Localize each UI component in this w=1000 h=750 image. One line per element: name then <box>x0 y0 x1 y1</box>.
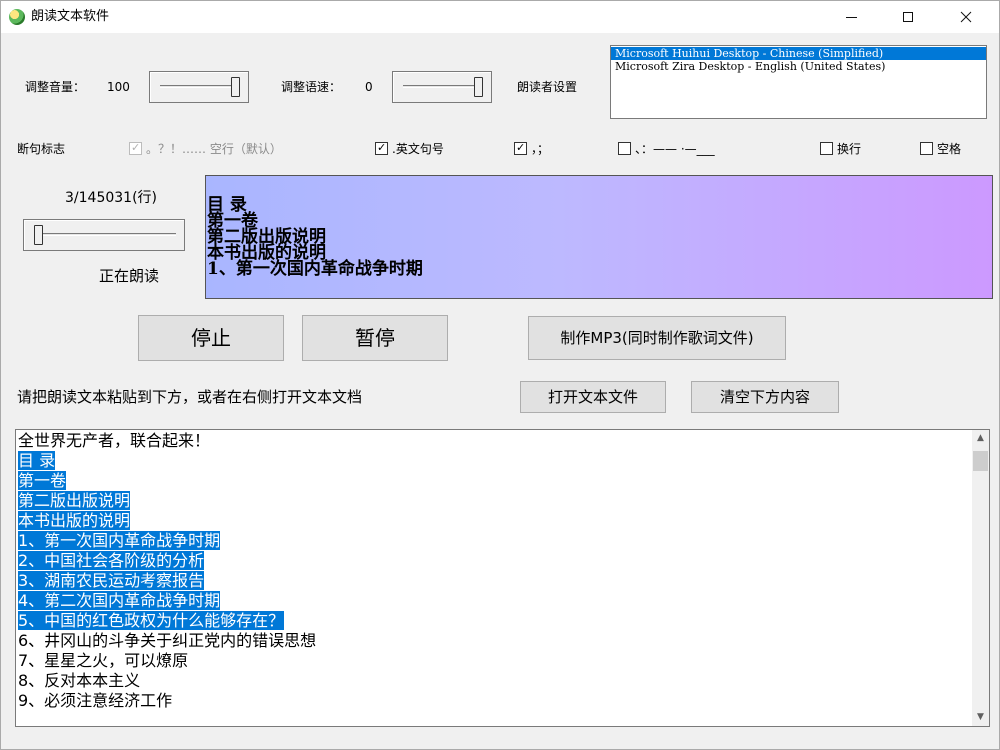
window-title: 朗读文本软件 <box>31 9 110 24</box>
scroll-down-icon[interactable]: ▼ <box>972 709 989 726</box>
punctuation-label: 断句标志 <box>17 142 66 156</box>
open-file-button[interactable]: 打开文本文件 <box>520 381 666 413</box>
text-line-content: 全世界无产者，联合起来！ <box>18 431 211 450</box>
punct-option-dashes[interactable]: ✓ 、：—— ·—___ <box>618 140 715 157</box>
text-line[interactable]: 本书出版的说明 <box>18 511 316 531</box>
vertical-scrollbar[interactable]: ▲ ▼ <box>972 430 989 726</box>
text-line[interactable]: 8、反对本本主义 <box>18 671 316 691</box>
voice-item[interactable]: Microsoft Huihui Desktop - Chinese (Simp… <box>611 47 986 60</box>
progress-slider[interactable] <box>23 219 185 251</box>
progress-counter: 3/145031(行) <box>65 190 157 206</box>
volume-track <box>160 85 240 88</box>
text-line-content: 4、第二次国内革命战争时期 <box>18 591 221 610</box>
text-line-content: 9、必须注意经济工作 <box>18 691 173 710</box>
text-line-content: 2、中国社会各阶级的分析 <box>18 551 205 570</box>
volume-label: 调整音量： <box>25 80 86 94</box>
minimize-button[interactable] <box>828 1 874 33</box>
minimize-icon <box>846 17 857 18</box>
text-line-content: 6、井冈山的斗争关于纠正党内的错误思想 <box>18 631 317 650</box>
scroll-up-icon[interactable]: ▲ <box>972 430 989 447</box>
checkbox[interactable]: ✓ <box>920 142 933 155</box>
checkbox[interactable]: ✓ <box>820 142 833 155</box>
clear-button[interactable]: 清空下方内容 <box>691 381 839 413</box>
text-line[interactable]: 全世界无产者，联合起来！ <box>18 431 316 451</box>
progress-track <box>34 233 176 236</box>
text-line[interactable]: 第一卷 <box>18 471 316 491</box>
text-line-content: 目 录 <box>18 451 56 470</box>
text-line[interactable]: 5、中国的红色政权为什么能够存在？ <box>18 611 316 631</box>
checkbox[interactable]: ✓ <box>514 141 527 155</box>
punct-option-period[interactable]: ✓ .英文句号 <box>375 140 444 157</box>
checkmark-icon: ✓ <box>131 141 141 154</box>
text-line-content: 7、星星之火，可以燎原 <box>18 651 189 670</box>
checkbox-label: .英文句号 <box>392 142 444 156</box>
close-icon <box>960 11 972 23</box>
text-line-content: 5、中国的红色政权为什么能够存在？ <box>18 611 285 630</box>
maximize-icon <box>903 12 913 22</box>
speed-value: 0 <box>365 80 373 94</box>
text-line[interactable]: 4、第二次国内革命战争时期 <box>18 591 316 611</box>
checkbox[interactable]: ✓ <box>375 141 388 155</box>
speed-thumb[interactable] <box>474 77 483 97</box>
text-line[interactable]: 目 录 <box>18 451 316 471</box>
text-lines[interactable]: 全世界无产者，联合起来！目 录第一卷 第二版出版说明 本书出版的说明 1、第一次国内革… <box>18 431 316 711</box>
voice-list[interactable]: Microsoft Huihui Desktop - Chinese (Simp… <box>610 45 987 119</box>
checkbox[interactable]: ✓ <box>618 142 631 155</box>
checkbox-label: 、：—— ·—___ <box>635 142 715 156</box>
voice-item[interactable]: Microsoft Zira Desktop - English (United… <box>611 60 986 73</box>
checkbox[interactable]: ✓ <box>129 141 142 155</box>
reading-line: 1、第一次国内革命战争时期 <box>207 259 423 279</box>
volume-value: 100 <box>107 80 130 94</box>
progress-thumb[interactable] <box>34 225 43 245</box>
text-line-content: 8、反对本本主义 <box>18 671 141 690</box>
punct-option-space[interactable]: ✓ 空格 <box>920 140 961 157</box>
reading-status: 正在朗读 <box>99 267 160 285</box>
stop-button[interactable]: 停止 <box>138 315 284 361</box>
text-line[interactable]: 6、井冈山的斗争关于纠正党内的错误思想 <box>18 631 316 651</box>
maximize-button[interactable] <box>885 1 931 33</box>
title-bar: 朗读文本软件 <box>1 1 999 33</box>
text-line[interactable]: 3、湖南农民运动考察报告 <box>18 571 316 591</box>
text-line-content: 1、第一次国内革命战争时期 <box>18 531 221 550</box>
text-line[interactable]: 1、第一次国内革命战争时期 <box>18 531 316 551</box>
reader-label: 朗读者设置 <box>517 80 578 94</box>
text-input-area[interactable]: 全世界无产者，联合起来！目 录第一卷 第二版出版说明 本书出版的说明 1、第一次国内革… <box>15 429 990 727</box>
checkbox-label: 空格 <box>937 142 962 156</box>
punct-option-newline[interactable]: ✓ 换行 <box>820 140 861 157</box>
volume-thumb[interactable] <box>231 77 240 97</box>
reading-lines: 目 录第一卷 第二版出版说明 本书出版的说明 1、第一次国内革命战争时期 <box>207 197 423 279</box>
text-line[interactable]: 2、中国社会各阶级的分析 <box>18 551 316 571</box>
reading-display: 目 录第一卷 第二版出版说明 本书出版的说明 1、第一次国内革命战争时期 <box>205 175 993 299</box>
speed-label: 调整语速： <box>281 80 342 94</box>
speed-track <box>403 85 483 88</box>
checkbox-label: ，； <box>531 142 550 156</box>
text-line[interactable]: 7、星星之火，可以燎原 <box>18 651 316 671</box>
text-line-content: 第二版出版说明 <box>18 491 131 510</box>
text-line-content: 本书出版的说明 <box>18 511 131 530</box>
volume-slider[interactable] <box>149 71 249 103</box>
checkbox-label: 换行 <box>837 142 862 156</box>
app-window: 朗读文本软件 调整音量： 100 调整语速： 0 朗读者设置 Microsoft… <box>0 0 1000 750</box>
pause-button[interactable]: 暂停 <box>302 315 448 361</box>
text-line-content: 第一卷 <box>18 471 67 490</box>
close-button[interactable] <box>943 1 989 33</box>
instruction-text: 请把朗读文本粘贴到下方，或者在右侧打开文本文档 <box>17 388 363 406</box>
speed-slider[interactable] <box>392 71 492 103</box>
checkmark-icon: ✓ <box>377 141 387 154</box>
checkmark-icon: ✓ <box>516 141 526 154</box>
app-icon <box>9 9 25 25</box>
checkbox-label: 。？！…… 空行（默认） <box>146 142 282 156</box>
punct-option-default[interactable]: ✓ 。？！…… 空行（默认） <box>129 140 282 157</box>
scroll-thumb[interactable] <box>973 451 988 471</box>
punct-option-comma[interactable]: ✓ ，； <box>514 140 549 157</box>
text-line[interactable]: 9、必须注意经济工作 <box>18 691 316 711</box>
text-line[interactable]: 第二版出版说明 <box>18 491 316 511</box>
text-line-content: 3、湖南农民运动考察报告 <box>18 571 205 590</box>
make-mp3-button[interactable]: 制作MP3(同时制作歌词文件) <box>528 316 786 360</box>
